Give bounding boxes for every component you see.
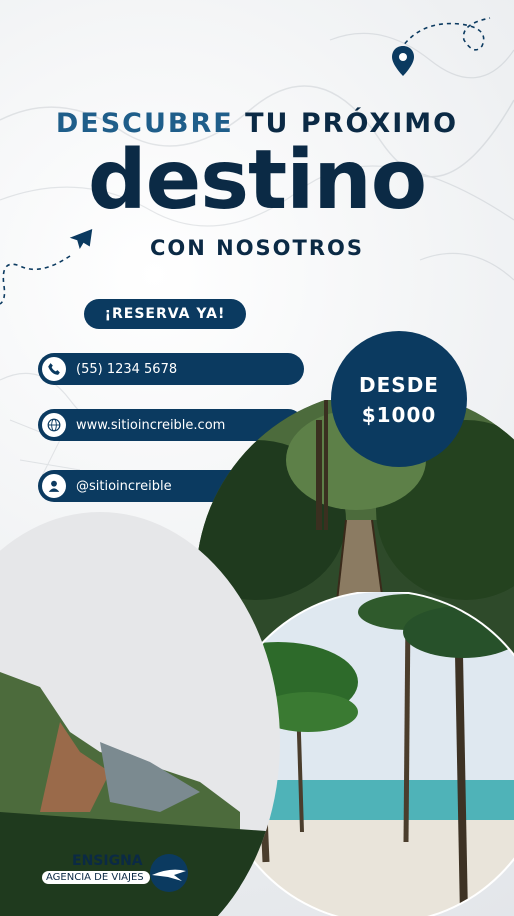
price-amount: $1000 [361,403,437,427]
travel-poster: DESCUBRE TU PRÓXIMO destino CON NOSOTROS… [0,0,514,916]
brand-tagline: AGENCIA DE VIAJES [42,871,150,884]
brand-airplane-icon [150,854,188,892]
price-desde: DESDE [359,373,439,397]
headline-destino: destino [87,133,427,228]
globe-icon [42,413,66,437]
phone-pill[interactable]: (55) 1234 5678 [38,353,304,385]
user-icon [42,474,66,498]
social-text: @sitioincreible [76,478,172,494]
phone-text: (55) 1234 5678 [76,361,178,377]
reserve-button[interactable]: ¡RESERVA YA! [84,299,246,329]
headline-subtitle: CON NOSOTROS [149,236,365,260]
phone-icon [42,357,66,381]
brand-name: ENSIGNA [72,853,143,869]
location-pin-icon [392,46,414,76]
price-label: DESDE $1000 [328,370,470,430]
